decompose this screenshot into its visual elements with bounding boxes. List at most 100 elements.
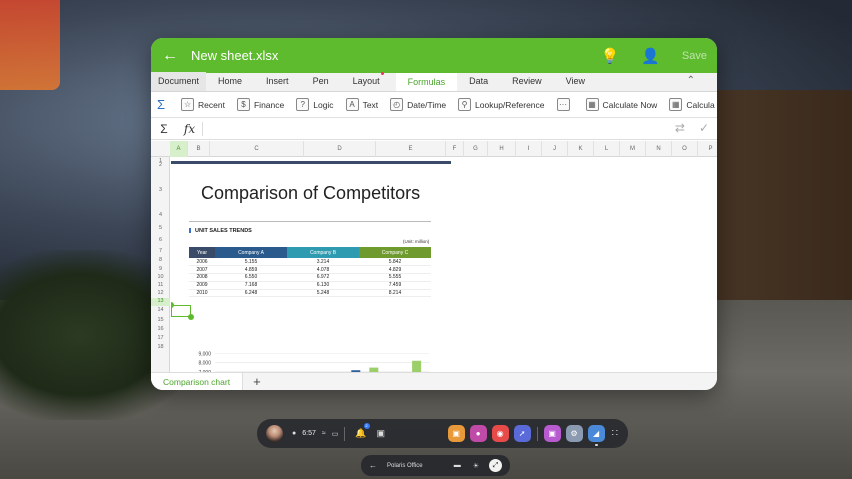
sheet-tab-comparison-chart[interactable]: Comparison chart [151, 372, 244, 390]
column-header[interactable]: L [594, 141, 620, 157]
tab-data[interactable]: Data [457, 72, 500, 91]
recent-button[interactable]: ☆ Recent [175, 98, 231, 111]
column-header[interactable]: O [672, 141, 698, 157]
more-functions-button[interactable]: ··· [551, 98, 576, 111]
back-arrow-icon[interactable]: ← [369, 461, 377, 470]
resize-icon[interactable]: ⤢ [489, 459, 502, 472]
logic-button[interactable]: ? Logic [290, 98, 339, 111]
tab-home[interactable]: Home [206, 72, 254, 91]
column-header[interactable]: N [646, 141, 672, 157]
lightbulb-icon[interactable]: 💡 [601, 47, 620, 65]
column-header[interactable]: P [698, 141, 717, 157]
calculate-now-button[interactable]: ▦ Calculate Now [580, 98, 664, 111]
tab-document[interactable]: Document [151, 72, 207, 91]
tab-formulas[interactable]: Formulas [395, 72, 458, 91]
more-dots-icon: ··· [556, 98, 570, 111]
sheet-title: Comparison of Competitors [201, 183, 421, 203]
selection-handle[interactable] [188, 314, 194, 320]
row-header[interactable]: 9 [151, 266, 170, 274]
column-header[interactable]: D [304, 141, 376, 157]
column-header[interactable]: C [210, 141, 304, 157]
column-header[interactable]: M [620, 141, 646, 157]
formula-input[interactable] [203, 118, 717, 139]
column-header[interactable]: E [376, 141, 446, 157]
tab-view[interactable]: View [554, 72, 597, 91]
row-header[interactable]: 5 [151, 225, 170, 233]
row-header[interactable]: 12 [151, 290, 170, 298]
title-bar: ← New sheet.xlsx 💡 👤 Save [151, 38, 717, 73]
sheet-grid[interactable]: Comparison of Competitors UNIT SALES TRE… [171, 157, 717, 372]
checkmark-icon[interactable]: ✓ [699, 121, 709, 135]
avatar[interactable] [266, 425, 283, 442]
row-header[interactable]: 11 [151, 282, 170, 290]
tab-insert[interactable]: Insert [254, 72, 301, 91]
question-icon: ? [296, 98, 310, 111]
column-header[interactable]: H [488, 141, 516, 157]
text-button[interactable]: A Text [340, 98, 385, 111]
background-sign [0, 0, 60, 90]
chevron-up-icon[interactable]: ⌃ [687, 75, 695, 86]
row-header[interactable]: 10 [151, 274, 170, 282]
calculate-sheet-button[interactable]: ▦ Calcula [663, 98, 717, 111]
sigma-icon[interactable]: Σ [151, 122, 177, 136]
tab-layout[interactable]: Layout [341, 72, 396, 91]
notifications-bell-icon[interactable]: 🔔 2 [355, 423, 370, 439]
finance-button[interactable]: $ Finance [231, 98, 290, 111]
lookup-reference-button[interactable]: ⚲ Lookup/Reference [452, 98, 550, 111]
controller-icon[interactable]: ▣ [377, 428, 386, 439]
row-headers: 1 2 3 4 5 6 7 8 9 10 11 12 13 14 15 16 17 18 [151, 157, 170, 372]
row-header[interactable]: 3 [151, 187, 170, 195]
app-settings-gear-icon[interactable]: ⚙ [565, 425, 583, 442]
back-arrow-icon[interactable]: ← [155, 38, 185, 73]
row-header[interactable]: 15 [151, 317, 170, 325]
tab-review[interactable]: Review [500, 72, 554, 91]
row-header[interactable]: 4 [151, 212, 170, 220]
row-header[interactable]: 14 [151, 307, 170, 315]
datetime-button[interactable]: ◴ Date/Time [384, 98, 452, 111]
section-label: UNIT SALES TRENDS [189, 228, 252, 234]
app-polaris-office-icon[interactable]: ◢ [587, 425, 605, 446]
sheet-tabs: Comparison chart + [151, 372, 717, 390]
table-cell: 2008 [189, 273, 215, 282]
logic-label: Logic [313, 99, 334, 110]
row-header[interactable]: 13 [151, 298, 170, 306]
column-header[interactable]: G [464, 141, 488, 157]
column-header[interactable]: I [516, 141, 542, 157]
app-gallery-icon[interactable]: ▣ [543, 425, 561, 442]
column-header[interactable]: J [542, 141, 568, 157]
row-header[interactable]: 18 [151, 344, 170, 352]
column-header[interactable]: B [188, 141, 210, 157]
app-social-icon[interactable]: ● [469, 425, 487, 442]
fx-icon[interactable]: fx [177, 121, 203, 136]
app-launcher-grid-icon[interactable]: ∷ [612, 428, 618, 439]
status-area[interactable]: ● 6:57 ≈ ▭ [292, 430, 338, 438]
row-header[interactable]: 6 [151, 237, 170, 245]
brightness-icon[interactable]: ☀ [473, 462, 479, 470]
add-sheet-icon[interactable]: + [243, 374, 271, 389]
title-accent-bar [171, 161, 451, 164]
table-cell: 6.972 [287, 273, 359, 282]
app-browser-icon[interactable]: ➚ [513, 425, 531, 442]
column-header[interactable]: K [568, 141, 594, 157]
autosum-button[interactable]: Σ [151, 97, 171, 112]
formulas-ribbon: Σ ☆ Recent $ Finance ? Logic A Text ◴ Date/Ti… [151, 92, 717, 118]
app-store-bag-icon[interactable]: ▣ [447, 425, 465, 442]
column-header[interactable]: F [446, 141, 464, 157]
wrap-icon[interactable]: ⇄ [675, 121, 685, 135]
column-header[interactable]: A [170, 141, 188, 157]
row-header[interactable]: 8 [151, 257, 170, 265]
row-header[interactable]: 7 [151, 248, 170, 256]
row-header[interactable]: 17 [151, 335, 170, 343]
window-icon[interactable]: ▬ [454, 462, 461, 469]
table-header-company-c: Company C [359, 247, 431, 258]
row-header[interactable]: 16 [151, 326, 170, 334]
table-cell: 6.248 [215, 289, 287, 298]
app-camera-icon[interactable]: ◉ [491, 425, 509, 442]
row-header[interactable]: 2 [151, 162, 170, 170]
tab-pen[interactable]: Pen [301, 72, 341, 91]
dollar-icon: $ [236, 98, 250, 111]
table-cell: 8.214 [359, 289, 431, 298]
save-button[interactable]: Save [682, 50, 707, 62]
tab-layout-label: Layout [352, 76, 380, 86]
share-user-icon[interactable]: 👤 [641, 47, 660, 65]
